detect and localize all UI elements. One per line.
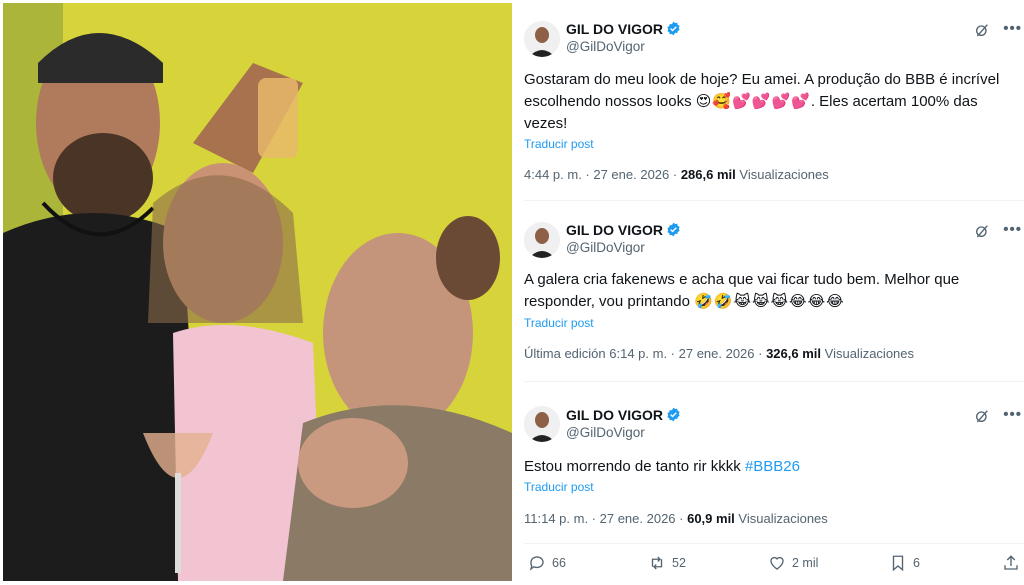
verified-badge-icon: [667, 222, 680, 237]
like-button[interactable]: 2 mil: [768, 554, 818, 572]
handle[interactable]: @GilDoVigor: [566, 240, 645, 255]
verified-badge-icon: [667, 407, 680, 422]
reply-count: 66: [552, 556, 566, 570]
reply-icon: [529, 556, 544, 571]
tweet-2[interactable]: GIL DO VIGOR @GilDoVigor ••• A galera cr…: [512, 200, 1024, 380]
action-bar: 66 52 2 mil 6: [512, 548, 1024, 578]
verified-badge-icon: [667, 21, 680, 36]
avatar[interactable]: [524, 222, 560, 258]
display-name[interactable]: GIL DO VIGOR: [566, 222, 681, 238]
handle[interactable]: @GilDoVigor: [566, 39, 645, 54]
more-options-icon[interactable]: •••: [1003, 221, 1022, 238]
views-count: 286,6 mil: [680, 167, 736, 182]
tv-screenshot-photo: [3, 3, 512, 581]
repost-icon: [651, 556, 663, 570]
tweet-emojis: 🤣🤣😹😹😹😂😂😂: [694, 293, 845, 310]
views-label: Visualizaciones: [824, 346, 915, 361]
tweets-panel: GIL DO VIGOR @GilDoVigor ••• Gostaram do…: [512, 0, 1024, 585]
translate-post-link[interactable]: Traducir post: [524, 137, 594, 151]
like-count: 2 mil: [792, 556, 819, 570]
hashtag-link[interactable]: #BBB26: [745, 458, 800, 475]
views-label: Visualizaciones: [738, 511, 828, 526]
repost-count: 52: [672, 556, 686, 570]
share-button[interactable]: [1002, 554, 1024, 572]
more-options-icon[interactable]: •••: [1003, 406, 1022, 423]
tweet-meta: 11:14 p. m. · 27 ene. 2026 · 60,9 mil Vi…: [524, 511, 828, 526]
tweet-1[interactable]: GIL DO VIGOR @GilDoVigor ••• Gostaram do…: [512, 0, 1024, 200]
display-name[interactable]: GIL DO VIGOR: [566, 407, 681, 423]
grok-icon[interactable]: [974, 22, 990, 38]
timestamp[interactable]: 11:14 p. m. · 27 ene. 2026 ·: [524, 511, 687, 526]
translate-post-link[interactable]: Traducir post: [524, 480, 594, 494]
bookmark-icon: [892, 555, 904, 572]
photo-illustration: [3, 3, 512, 581]
bookmark-count: 6: [913, 556, 920, 570]
display-name[interactable]: GIL DO VIGOR: [566, 21, 681, 37]
tweet-text: Estou morrendo de tanto rir kkkk #BBB26: [524, 456, 1024, 478]
translate-post-link[interactable]: Traducir post: [524, 316, 594, 330]
avatar-icon: [524, 222, 560, 258]
tweet-3[interactable]: GIL DO VIGOR @GilDoVigor ••• Estou morre…: [512, 381, 1024, 541]
avatar[interactable]: [524, 406, 560, 442]
views-count: 60,9 mil: [687, 511, 735, 526]
heart-icon: [770, 556, 784, 570]
share-icon: [1004, 555, 1018, 570]
timestamp[interactable]: Última edición 6:14 p. m. · 27 ene. 2026…: [524, 346, 766, 361]
tweet-text-body: Estou morrendo de tanto rir kkkk: [524, 458, 741, 475]
tweet-emojis: 😍🥰💕💕💕💕: [695, 93, 811, 110]
views-label: Visualizaciones: [739, 167, 829, 182]
tweet-meta: 4:44 p. m. · 27 ene. 2026 · 286,6 mil Vi…: [524, 167, 829, 182]
grok-icon[interactable]: [974, 223, 990, 239]
avatar-icon: [524, 406, 560, 442]
tweet-text: Gostaram do meu look de hoje? Eu amei. A…: [524, 69, 1024, 135]
avatar[interactable]: [524, 21, 560, 57]
bookmark-button[interactable]: 6: [889, 554, 920, 572]
divider: [524, 543, 1024, 544]
reply-button[interactable]: 66: [528, 554, 566, 572]
grok-icon[interactable]: [974, 408, 990, 424]
tweet-text: A galera cria fakenews e acha que vai fi…: [524, 269, 1024, 313]
tweet-meta: Última edición 6:14 p. m. · 27 ene. 2026…: [524, 346, 914, 361]
more-options-icon[interactable]: •••: [1003, 20, 1022, 37]
repost-button[interactable]: 52: [648, 554, 686, 572]
avatar-icon: [524, 21, 560, 57]
handle[interactable]: @GilDoVigor: [566, 425, 645, 440]
views-count: 326,6 mil: [766, 346, 822, 361]
timestamp[interactable]: 4:44 p. m. · 27 ene. 2026 ·: [524, 167, 681, 182]
